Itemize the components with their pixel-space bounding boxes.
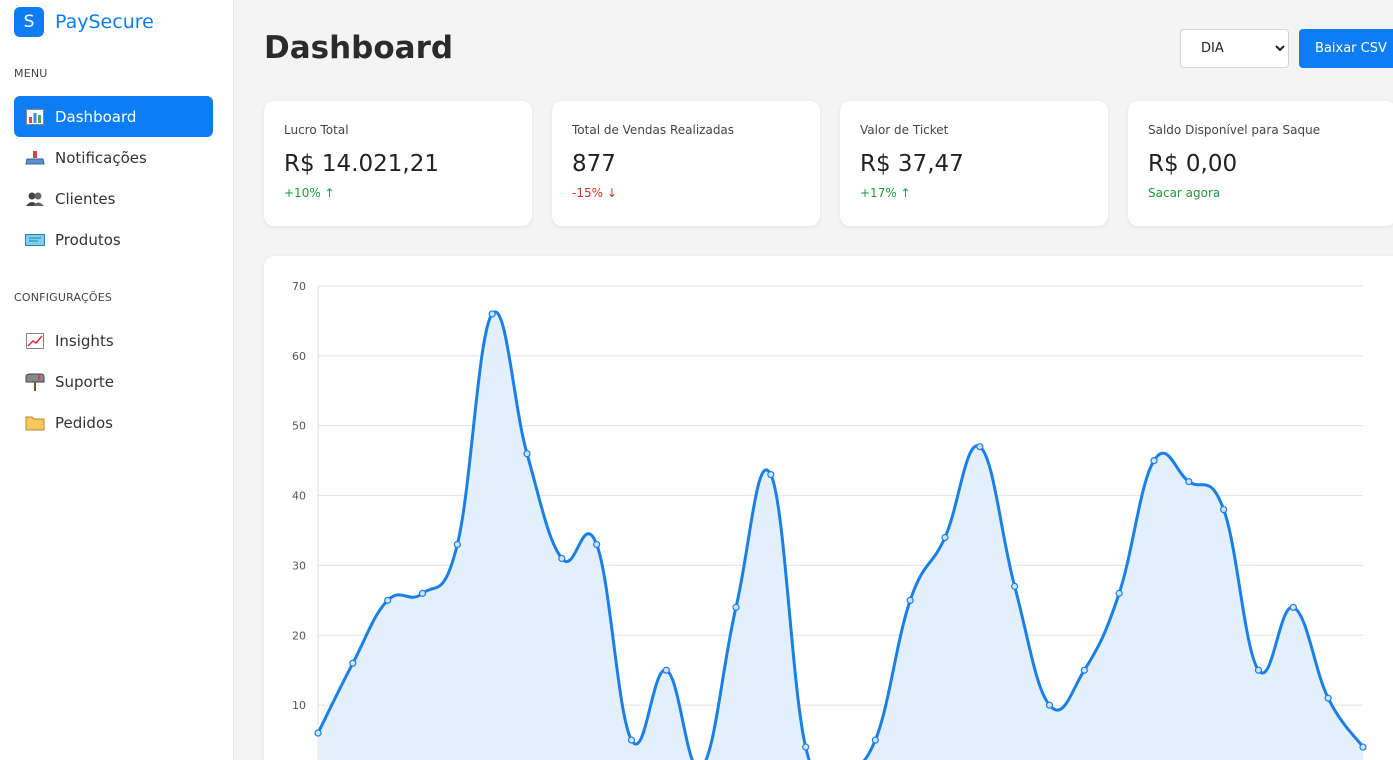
- data-point: [976, 443, 984, 451]
- menu-section-label: MENU: [14, 67, 48, 80]
- sidebar-item-clientes[interactable]: Clientes: [14, 178, 213, 219]
- data-point: [314, 729, 322, 737]
- sidebar-item-insights[interactable]: Insights: [14, 320, 213, 361]
- sidebar-item-label: Pedidos: [55, 413, 113, 432]
- data-point: [1011, 582, 1019, 590]
- card-change: -15% ↓: [572, 186, 617, 200]
- data-point: [593, 540, 601, 549]
- ticket-icon: [25, 231, 45, 249]
- stat-card-total-vendas: Total de Vendas Realizadas 877 -15% ↓: [552, 101, 820, 226]
- data-point: [488, 310, 496, 318]
- y-tick-label: 60: [292, 350, 306, 363]
- data-point: [1254, 666, 1263, 674]
- sidebar-item-dashboard[interactable]: Dashboard: [14, 96, 213, 137]
- config-nav: Insights Suporte Pedidos: [14, 320, 213, 443]
- page-title: Dashboard: [264, 30, 454, 66]
- sidebar-item-label: Notificações: [55, 148, 147, 167]
- sidebar-item-label: Insights: [55, 331, 114, 350]
- line-chart-icon: [25, 332, 45, 350]
- data-point: [418, 589, 427, 597]
- data-point: [1150, 457, 1158, 465]
- card-label: Total de Vendas Realizadas: [572, 123, 735, 137]
- download-csv-button[interactable]: Baixar CSV: [1299, 29, 1393, 68]
- sidebar: S PaySecure MENU Dashboard Notificações …: [0, 0, 234, 760]
- sidebar-item-label: Clientes: [55, 189, 116, 208]
- withdraw-now-link[interactable]: Sacar agora: [1148, 186, 1376, 200]
- sales-area-chart: 10 20 30 40 50 60 70: [292, 280, 1367, 760]
- data-point: [1359, 743, 1367, 751]
- brand-name: PaySecure: [55, 11, 154, 33]
- sidebar-item-label: Suporte: [55, 372, 115, 391]
- card-value: 877: [572, 151, 616, 177]
- data-point: [732, 603, 740, 611]
- data-point: [1045, 701, 1054, 709]
- card-label: Lucro Total: [284, 123, 349, 137]
- data-point: [662, 666, 670, 674]
- brand[interactable]: S PaySecure: [14, 7, 154, 37]
- brand-logo: S: [14, 7, 44, 37]
- y-tick-label: 10: [292, 699, 306, 712]
- data-point: [1185, 478, 1193, 486]
- stat-card-valor-ticket: Valor de Ticket R$ 37,47 +17% ↑: [840, 101, 1108, 226]
- data-point: [1289, 603, 1297, 611]
- y-tick-label: 70: [292, 280, 306, 293]
- card-value: R$ 37,47: [860, 151, 964, 177]
- y-tick-label: 20: [292, 629, 306, 642]
- card-label: Valor de Ticket: [860, 123, 949, 137]
- data-point: [558, 554, 566, 563]
- data-point: [1324, 694, 1332, 702]
- card-change: +10% ↑: [284, 186, 335, 200]
- series-area-fill: [318, 311, 1363, 760]
- folder-icon: [25, 414, 45, 432]
- stat-card-lucro-total: Lucro Total R$ 14.021,21 +10% ↑: [264, 101, 532, 226]
- menu-nav: Dashboard Notificações Clientes Produtos: [14, 96, 213, 260]
- data-point: [802, 743, 810, 751]
- data-point: [453, 540, 461, 549]
- sidebar-item-produtos[interactable]: Produtos: [14, 219, 213, 260]
- data-point: [906, 596, 914, 604]
- card-label: Saldo Disponível para Saque: [1148, 123, 1321, 137]
- card-change: +17% ↑: [860, 186, 911, 200]
- mailbox-icon: [25, 373, 45, 391]
- sidebar-item-label: Dashboard: [55, 107, 137, 126]
- data-point: [1080, 666, 1088, 674]
- data-point: [1115, 589, 1123, 597]
- data-point: [941, 533, 949, 542]
- data-point: [523, 450, 531, 458]
- data-point: [871, 736, 879, 744]
- y-tick-label: 40: [292, 490, 306, 503]
- data-point: [627, 736, 636, 744]
- bar-chart-icon: [25, 108, 45, 126]
- sidebar-item-notificacoes[interactable]: Notificações: [14, 137, 213, 178]
- sidebar-item-pedidos[interactable]: Pedidos: [14, 402, 213, 443]
- data-point: [1220, 505, 1228, 514]
- config-section-label: CONFIGURAÇÕES: [14, 291, 113, 304]
- period-select[interactable]: DIA: [1180, 29, 1289, 68]
- y-tick-label: 30: [292, 559, 306, 572]
- bell-icon: [25, 149, 45, 167]
- data-point: [384, 596, 392, 604]
- chart-panel: 10 20 30 40 50 60 70: [264, 256, 1393, 760]
- y-tick-label: 50: [292, 420, 306, 433]
- stat-card-saldo-disponivel: Saldo Disponível para Saque R$ 0,00 Saca…: [1128, 101, 1393, 226]
- sidebar-item-suporte[interactable]: Suporte: [14, 361, 213, 402]
- card-value: R$ 0,00: [1148, 151, 1238, 177]
- card-value: R$ 14.021,21: [284, 151, 439, 177]
- data-point: [349, 659, 357, 667]
- data-point: [767, 471, 775, 479]
- sidebar-item-label: Produtos: [55, 230, 121, 249]
- users-icon: [25, 190, 45, 208]
